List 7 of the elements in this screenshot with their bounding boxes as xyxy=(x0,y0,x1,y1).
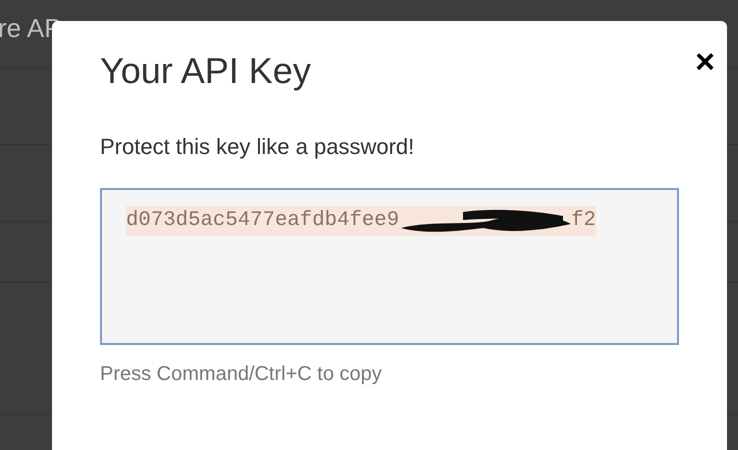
copy-hint: Press Command/Ctrl+C to copy xyxy=(100,362,383,387)
close-button[interactable]: × xyxy=(695,47,715,77)
dialog-message: Protect this key like a password! xyxy=(100,133,416,161)
dialog-title: Your API Key xyxy=(100,49,311,93)
api-key-field[interactable]: d073d5ac5477eafdb4fee9 f2 xyxy=(100,188,679,345)
api-key-text: d073d5ac5477eafdb4fee9 xyxy=(126,209,400,233)
api-key-text: f2 xyxy=(571,209,596,233)
